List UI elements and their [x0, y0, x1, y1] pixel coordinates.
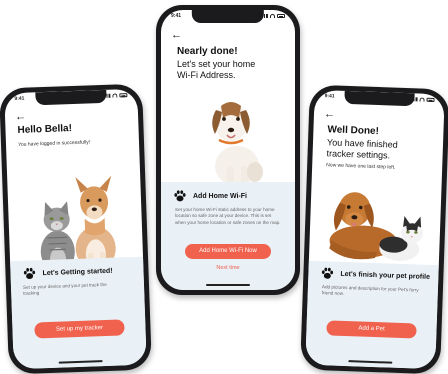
- status-time: 9:41: [14, 95, 25, 103]
- battery-icon: [426, 97, 435, 102]
- screen-title: Nearly done!: [177, 46, 238, 57]
- screen-title: Hello Bella!: [17, 123, 73, 136]
- screen-wifi: 9:41 ← Nearly done! Let's set your home …: [161, 10, 295, 290]
- subtitle-line-1: Let's set your home: [177, 59, 256, 69]
- dog-and-cat-illustration: [329, 192, 423, 261]
- wifi-icon: [270, 14, 275, 18]
- wifi-icon: [112, 93, 118, 98]
- phone-screen-wifi: 9:41 ← Nearly done! Let's set your home …: [156, 5, 300, 295]
- section-header: Add Home Wi-Fi: [173, 189, 247, 203]
- add-a-pet-button[interactable]: Add a Pet: [326, 320, 417, 339]
- notch: [344, 90, 415, 107]
- subtitle-line-2: Wi-Fi Address.: [177, 70, 236, 80]
- home-indicator: [206, 284, 250, 286]
- section-title: Add Home Wi-Fi: [193, 192, 247, 200]
- dog-illustration: [212, 102, 263, 188]
- setup-tracker-button[interactable]: Set up my tracker: [34, 319, 125, 339]
- add-home-wifi-button[interactable]: Add Home Wi-Fi Now: [185, 244, 271, 259]
- phone-screen-done: 9:41 ← Well Done! You have finished trac…: [300, 84, 448, 374]
- section-title: Let's Getting started!: [42, 267, 113, 277]
- last-step-note: Now we have one last step left.: [326, 162, 396, 171]
- back-arrow-icon[interactable]: ←: [171, 30, 182, 41]
- status-time: 9:41: [324, 93, 335, 100]
- paw-icon: [22, 266, 36, 280]
- next-time-link[interactable]: Next time: [185, 265, 271, 271]
- section-title: Let's finish your pet profile: [340, 270, 431, 281]
- battery-icon: [277, 14, 285, 18]
- paw-icon: [320, 266, 334, 280]
- phone-screen-welcome: 9:41 ← Hello Bella! You have logged in s…: [0, 83, 152, 374]
- login-success-text: You have logged in successfully!: [17, 139, 91, 148]
- screen-welcome: 9:41 ← Hello Bella! You have logged in s…: [4, 88, 147, 370]
- status-time: 9:41: [171, 13, 182, 19]
- section-description: Set your home Wi-Fi static address to yo…: [175, 207, 281, 225]
- back-arrow-icon[interactable]: ←: [324, 108, 335, 120]
- battery-icon: [119, 93, 128, 98]
- subtitle-line-2: tracker settings.: [326, 148, 391, 161]
- screen-done: 9:41 ← Well Done! You have finished trac…: [305, 89, 445, 370]
- back-arrow-icon[interactable]: ←: [15, 111, 26, 123]
- notch: [34, 89, 108, 106]
- paw-icon: [173, 189, 187, 203]
- notch: [191, 10, 265, 23]
- wifi-icon: [419, 97, 425, 102]
- screen-title: Well Done!: [327, 124, 380, 138]
